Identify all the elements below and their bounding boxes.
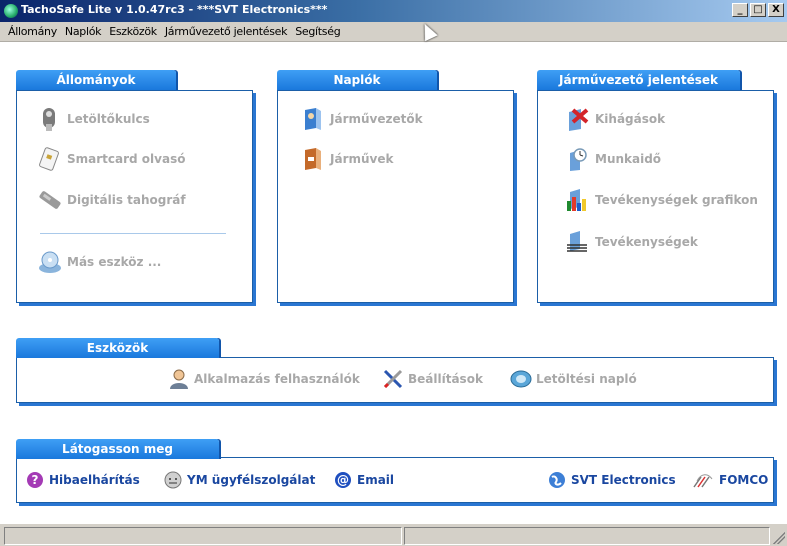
help-icon: ?: [26, 471, 44, 489]
minimize-button[interactable]: _: [732, 3, 748, 17]
activities-icon: [565, 229, 591, 255]
email-icon: @: [334, 471, 352, 489]
support-icon: [164, 471, 182, 489]
item-alkalmazas-felhasznalok[interactable]: Alkalmazás felhasználók: [168, 368, 360, 390]
window-controls: _ □ X: [732, 3, 784, 17]
item-label: Letöltési napló: [536, 372, 637, 386]
item-digitalis-tahograf[interactable]: Digitális tahográf: [37, 187, 186, 213]
svg-text:@: @: [337, 473, 349, 487]
item-smartcard-olvaso[interactable]: Smartcard olvasó: [37, 146, 185, 172]
item-label: Letöltőkulcs: [67, 112, 150, 126]
globe-icon: [548, 471, 566, 489]
title-bar: TachoSafe Lite v 1.0.47rc3 - ***SVT Elec…: [0, 0, 787, 22]
tab-latogasson-meg: Látogasson meg: [16, 439, 219, 459]
item-letoltokulcs[interactable]: Letöltőkulcs: [37, 106, 150, 132]
tab-eszkozok: Eszközök: [16, 338, 219, 358]
item-tevekenysegek[interactable]: Tevékenységek: [565, 229, 698, 255]
worktime-icon: [565, 146, 591, 172]
item-letoltesi-naplo[interactable]: Letöltési napló: [510, 368, 637, 390]
item-label: Beállítások: [408, 372, 483, 386]
item-label: Alkalmazás felhasználók: [194, 372, 360, 386]
item-label: Tevékenységek: [595, 235, 698, 249]
item-label: Digitális tahográf: [67, 193, 186, 207]
menu-eszkozok[interactable]: Eszközök: [105, 25, 161, 38]
close-button[interactable]: X: [768, 3, 784, 17]
link-email[interactable]: @ Email: [334, 471, 394, 489]
svg-text:?: ?: [32, 473, 39, 487]
menu-naplok[interactable]: Naplók: [61, 25, 105, 38]
menu-bar: Állomány Naplók Eszközök Járművezető jel…: [0, 22, 787, 42]
status-bar: [0, 523, 787, 546]
menu-jarmuvezeto-jelentesek[interactable]: Járművezető jelentések: [161, 25, 291, 38]
item-mas-eszkoz[interactable]: Más eszköz ...: [37, 249, 161, 275]
link-hibaelharitas[interactable]: ? Hibaelhárítás: [26, 471, 140, 489]
item-label: Tevékenységek grafikon: [595, 193, 758, 207]
maximize-button[interactable]: □: [750, 3, 766, 17]
item-label: Járművezetők: [330, 112, 423, 126]
item-label: Smartcard olvasó: [67, 152, 186, 166]
smartcard-reader-icon: [37, 146, 63, 172]
tab-jarmuvezeto-jelentesek: Járművezető jelentések: [537, 70, 740, 90]
link-label: SVT Electronics: [571, 473, 676, 487]
main-area: Állományok Letöltőkulcs Smartcard olvasó…: [0, 43, 787, 523]
item-tevekenysegek-grafikon[interactable]: Tevékenységek grafikon: [565, 187, 758, 213]
panel-divider: [40, 233, 226, 234]
other-device-icon: [37, 249, 63, 275]
link-fomco[interactable]: FOMCO: [692, 471, 768, 489]
settings-icon: [382, 368, 404, 390]
link-label: YM ügyfélszolgálat: [187, 473, 316, 487]
app-users-icon: [168, 368, 190, 390]
fomco-logo-icon: [692, 471, 714, 489]
tab-naplok: Naplók: [277, 70, 437, 90]
menu-segitseg[interactable]: Segítség: [291, 25, 344, 38]
vehicles-icon: [300, 146, 326, 172]
resize-grip-icon[interactable]: [773, 532, 785, 544]
item-label: Munkaidő: [595, 152, 662, 166]
status-pane-right: [404, 527, 770, 545]
app-icon[interactable]: [4, 4, 18, 18]
link-label: Hibaelhárítás: [49, 473, 140, 487]
activity-chart-icon: [565, 187, 591, 213]
menu-allomany[interactable]: Állomány: [4, 25, 61, 38]
item-munkaido[interactable]: Munkaidő: [565, 146, 661, 172]
item-beallitasok[interactable]: Beállítások: [382, 368, 483, 390]
link-label: FOMCO: [719, 473, 769, 487]
drivers-icon: [300, 106, 326, 132]
violations-icon: [565, 106, 591, 132]
download-key-icon: [37, 106, 63, 132]
digital-tachograph-icon: [37, 187, 63, 213]
item-label: Más eszköz ...: [67, 255, 162, 269]
item-label: Kihágások: [595, 112, 666, 126]
tab-allomanyok: Állományok: [16, 70, 176, 90]
link-svt-electronics[interactable]: SVT Electronics: [548, 471, 676, 489]
item-jarmuvek[interactable]: Járművek: [300, 146, 393, 172]
download-log-icon: [510, 368, 532, 390]
link-ym-ugyfelszolgalat[interactable]: YM ügyfélszolgálat: [164, 471, 315, 489]
status-pane-left: [4, 527, 402, 545]
item-jarmuvezetok[interactable]: Járművezetők: [300, 106, 423, 132]
item-label: Járművek: [330, 152, 394, 166]
item-kihagasok[interactable]: Kihágások: [565, 106, 665, 132]
link-label: Email: [357, 473, 395, 487]
window-title: TachoSafe Lite v 1.0.47rc3 - ***SVT Elec…: [21, 3, 328, 16]
